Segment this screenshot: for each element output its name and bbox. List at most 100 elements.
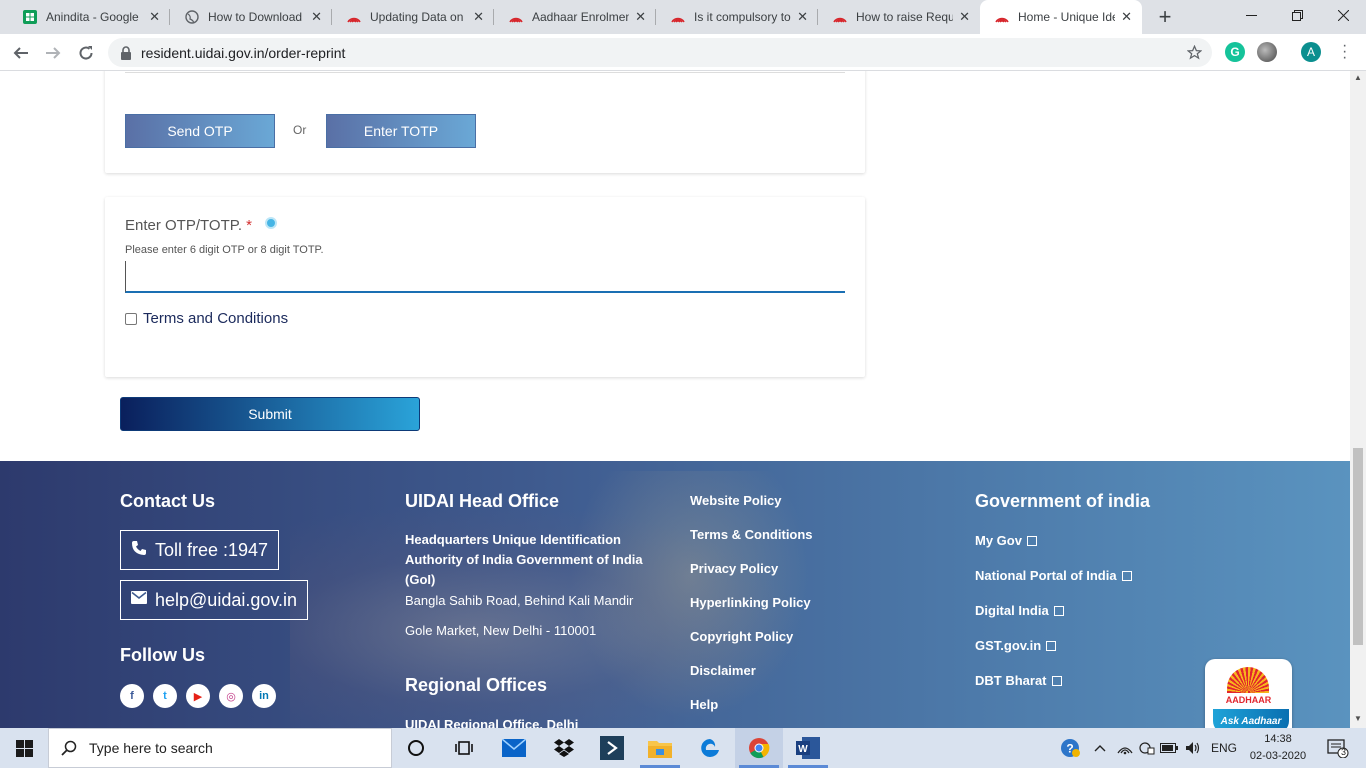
aadhaar-icon — [346, 9, 362, 25]
terms-and-conditions-link[interactable]: Terms and Conditions — [143, 310, 288, 327]
toll-free-box[interactable]: Toll free :1947 — [120, 530, 280, 570]
help-link[interactable]: Help — [690, 697, 718, 712]
gst-link[interactable]: GST.gov.in — [975, 638, 1057, 653]
tab-title: Is it compulsory to — [694, 10, 791, 24]
clock-time: 14:38 — [1264, 733, 1292, 745]
chevron-up-icon[interactable] — [1090, 728, 1110, 768]
notification-count: 3 — [1341, 747, 1347, 757]
forward-button[interactable] — [40, 40, 66, 66]
privacy-policy-link[interactable]: Privacy Policy — [690, 561, 778, 576]
edge-icon[interactable] — [686, 728, 734, 768]
lock-icon — [121, 45, 131, 60]
tab-title: Home - Unique Ide — [1018, 10, 1116, 24]
external-link-icon — [1053, 606, 1064, 616]
tab-2[interactable]: How to Download ✕ — [170, 0, 332, 34]
profile-avatar[interactable]: A — [1301, 42, 1321, 62]
page-content: Send OTP Or Enter TOTP Enter OTP/TOTP. *… — [0, 71, 1350, 728]
envelope-icon — [131, 591, 147, 609]
word-icon[interactable]: W — [784, 728, 832, 768]
tab-3[interactable]: Updating Data on ✕ — [332, 0, 494, 34]
dropbox-icon[interactable] — [540, 728, 588, 768]
close-tab-icon[interactable]: ✕ — [1121, 9, 1132, 25]
twitter-icon[interactable]: t — [153, 684, 177, 708]
bookmark-star-icon[interactable] — [1187, 45, 1202, 60]
back-button[interactable] — [8, 40, 34, 66]
otp-input[interactable] — [125, 261, 845, 293]
mygov-link[interactable]: My Gov — [975, 533, 1037, 548]
instagram-icon[interactable]: ◎ — [219, 684, 243, 708]
email-box[interactable]: help@uidai.gov.in — [120, 580, 309, 620]
volume-icon[interactable] — [1182, 728, 1204, 768]
file-explorer-icon[interactable] — [636, 728, 684, 768]
linkedin-icon[interactable]: in — [252, 684, 276, 708]
cortana-icon[interactable] — [392, 728, 440, 768]
otp-method-card: Send OTP Or Enter TOTP — [105, 71, 865, 173]
tab-title: How to Download — [208, 10, 303, 24]
close-tab-icon[interactable]: ✕ — [311, 9, 322, 25]
website-policy-link[interactable]: Website Policy — [690, 493, 782, 508]
address-bar[interactable]: resident.uidai.gov.in/order-reprint — [108, 38, 1212, 67]
language-indicator[interactable]: ENG — [1206, 728, 1242, 768]
scroll-down-icon[interactable]: ▼ — [1354, 714, 1362, 723]
dbt-bharat-link[interactable]: DBT Bharat — [975, 673, 1062, 688]
tab-1[interactable]: Anindita - Google ✕ — [8, 0, 170, 34]
network-icon[interactable] — [1136, 728, 1158, 768]
chrome-icon[interactable] — [735, 728, 783, 768]
help-tray-icon[interactable]: ? — [1058, 728, 1082, 768]
close-tab-icon[interactable]: ✕ — [959, 9, 970, 25]
grammarly-extension-icon[interactable]: G — [1225, 42, 1245, 62]
aadhaar-icon — [832, 9, 848, 25]
tab-5[interactable]: Is it compulsory to ✕ — [656, 0, 818, 34]
mail-icon[interactable] — [490, 728, 538, 768]
extension-icon[interactable] — [1257, 42, 1277, 62]
new-tab-button[interactable]: + — [1152, 4, 1178, 30]
ask-aadhaar-label: Ask Aadhaar — [1213, 709, 1289, 728]
external-link-icon — [1121, 571, 1132, 581]
national-portal-link[interactable]: National Portal of India — [975, 568, 1132, 583]
tab-4[interactable]: Aadhaar Enrolmen ✕ — [494, 0, 656, 34]
page-scrollbar[interactable]: ▲ ▼ — [1350, 71, 1366, 728]
aadhaar-icon — [670, 9, 686, 25]
info-icon[interactable] — [265, 217, 277, 229]
reload-button[interactable] — [73, 40, 99, 66]
submit-button[interactable]: Submit — [120, 397, 420, 431]
aadhaar-icon — [508, 9, 524, 25]
site-footer: Contact Us Toll free :1947 help@uidai.go… — [0, 461, 1350, 728]
menu-kebab-icon[interactable]: · · · — [1342, 38, 1347, 66]
wifi-icon[interactable] — [1114, 728, 1136, 768]
start-button[interactable] — [0, 728, 48, 768]
close-tab-icon[interactable]: ✕ — [149, 9, 160, 25]
terms-checkbox[interactable] — [125, 313, 137, 325]
youtube-icon[interactable]: ▶ — [186, 684, 210, 708]
disclaimer-link[interactable]: Disclaimer — [690, 663, 756, 678]
hyperlinking-policy-link[interactable]: Hyperlinking Policy — [690, 595, 811, 610]
visual-studio-icon[interactable] — [588, 728, 636, 768]
follow-us-heading: Follow Us — [120, 645, 205, 665]
external-link-icon — [1046, 641, 1057, 651]
terms-conditions-link[interactable]: Terms & Conditions — [690, 527, 813, 542]
task-view-icon[interactable] — [440, 728, 488, 768]
ask-aadhaar-chatbot-button[interactable]: AADHAAR Ask Aadhaar — [1205, 659, 1292, 728]
tab-6[interactable]: How to raise Requ ✕ — [818, 0, 980, 34]
battery-icon[interactable] — [1158, 728, 1180, 768]
clock[interactable]: 14:38 02-03-2020 — [1248, 731, 1308, 765]
facebook-icon[interactable]: f — [120, 684, 144, 708]
restore-button[interactable] — [1274, 0, 1320, 30]
send-otp-button[interactable]: Send OTP — [125, 114, 275, 148]
tab-7-active[interactable]: Home - Unique Ide ✕ — [980, 0, 1142, 34]
notification-center-icon[interactable]: 3 — [1318, 728, 1358, 768]
enter-totp-button[interactable]: Enter TOTP — [326, 114, 476, 148]
toll-free-text: Toll free :1947 — [155, 539, 269, 560]
close-tab-icon[interactable]: ✕ — [797, 9, 808, 25]
close-tab-icon[interactable]: ✕ — [635, 9, 646, 25]
minimize-button[interactable] — [1228, 0, 1274, 30]
regional-offices-heading: Regional Offices — [405, 675, 548, 695]
close-tab-icon[interactable]: ✕ — [473, 9, 484, 25]
scroll-up-icon[interactable]: ▲ — [1354, 73, 1362, 82]
copyright-policy-link[interactable]: Copyright Policy — [690, 629, 793, 644]
close-window-button[interactable] — [1320, 0, 1366, 30]
tab-strip: Anindita - Google ✕ How to Download ✕ Up… — [0, 0, 1366, 34]
scrollbar-thumb[interactable] — [1353, 448, 1363, 645]
digital-india-link[interactable]: Digital India — [975, 603, 1064, 618]
taskbar-search[interactable]: Type here to search — [48, 728, 392, 768]
